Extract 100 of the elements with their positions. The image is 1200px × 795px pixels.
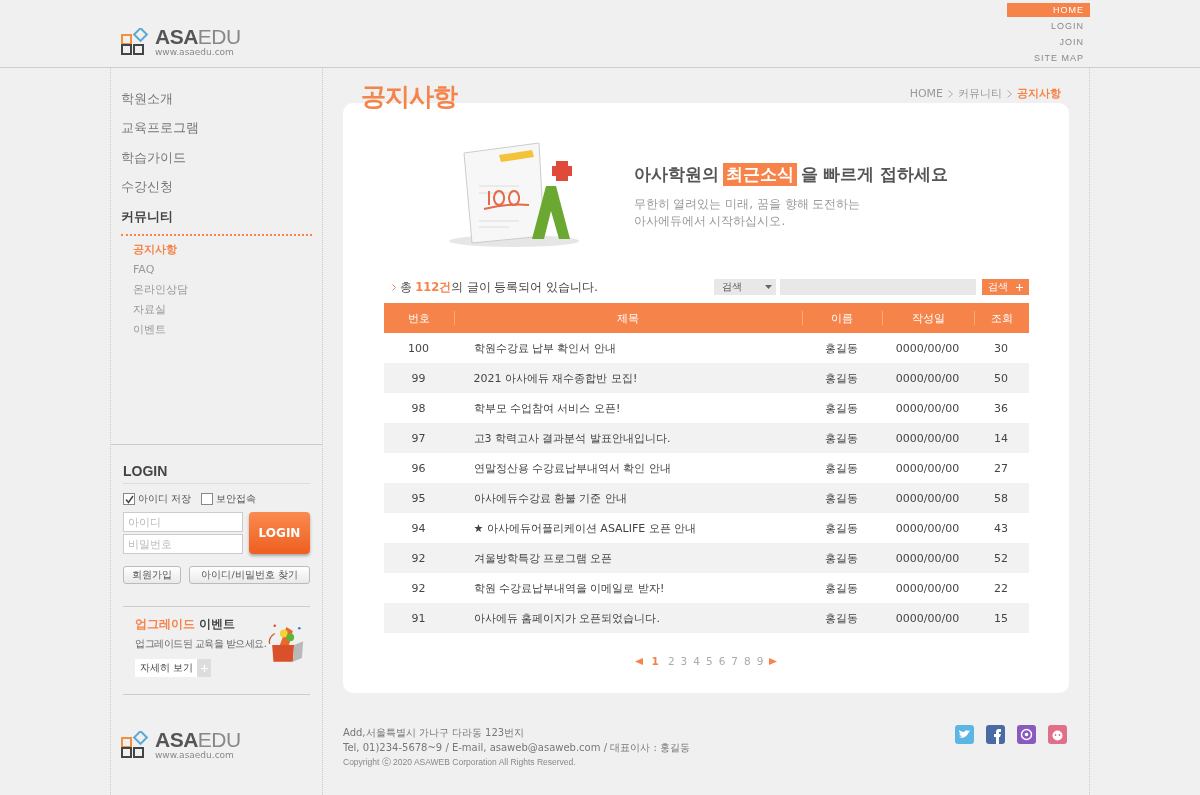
submenu-item[interactable]: FAQ xyxy=(121,259,155,280)
chevron-icon xyxy=(1007,89,1012,98)
table-row[interactable]: 95 아사에듀수강료 환불 기준 안내 홍길동 0000/00/00 58 xyxy=(383,483,1029,513)
checkbox[interactable] xyxy=(201,493,214,505)
column-header: 이름 xyxy=(801,311,882,325)
page-link[interactable]: 7 xyxy=(731,655,739,667)
column-header: 번호 xyxy=(406,311,431,325)
next-icon[interactable] xyxy=(769,657,778,665)
table-cell-text: 학원수강료 납부 확인서 안내 xyxy=(472,340,617,356)
page-link[interactable]: 8 xyxy=(744,655,751,667)
logo-icon xyxy=(121,730,151,759)
table-cell-text: 0000/00/00 xyxy=(894,491,961,505)
table-cell-text: 학원 수강료납부내역을 이메일로 받자! xyxy=(472,580,666,596)
previous-icon[interactable] xyxy=(634,657,643,665)
table-cell-text: 2021 아사에듀 재수종합반 모집! xyxy=(472,370,639,386)
table-row[interactable]: 91 아사에듀 홈페이지가 오픈되었습니다. 홍길동 0000/00/00 15 xyxy=(383,603,1029,633)
page-link[interactable]: 1 xyxy=(651,655,659,667)
menu-item[interactable]: 학원소개 xyxy=(121,84,173,114)
table-cell-text: 95 xyxy=(410,491,427,505)
hero-subtitle: 아사에듀에서 시작하십시오. xyxy=(633,212,787,230)
table-cell-text: 0000/00/00 xyxy=(894,611,961,625)
checkbox[interactable] xyxy=(123,493,135,505)
password-field[interactable]: 비밀번호 xyxy=(123,534,243,554)
menu-item[interactable]: 교육프로그램 xyxy=(121,113,199,143)
logo-wordmark[interactable]: ASAEDU xyxy=(155,26,241,47)
top-link[interactable]: JOIN xyxy=(1007,35,1090,49)
login-button[interactable]: LOGIN xyxy=(249,512,310,554)
table-cell-text: 92 xyxy=(410,581,427,595)
caret-icon xyxy=(764,285,772,289)
table-row[interactable]: 99 2021 아사에듀 재수종합반 모집! 홍길동 0000/00/00 50 xyxy=(383,363,1029,393)
page-link[interactable]: 4 xyxy=(693,655,700,667)
submenu-item[interactable]: 공지사항 xyxy=(121,239,177,260)
page-link[interactable]: 9 xyxy=(756,655,764,667)
table-cell-text: 99 xyxy=(410,371,427,385)
table-cell-text: 15 xyxy=(993,611,1009,625)
table-cell-text: 14 xyxy=(993,431,1009,445)
table-cell-text: 94 xyxy=(410,521,427,535)
checkbox-label: 아이디 저장 xyxy=(138,492,192,506)
table-cell-text: 0000/00/00 xyxy=(894,581,961,595)
submenu-item[interactable]: 이벤트 xyxy=(121,319,166,340)
facebook-icon[interactable] xyxy=(986,725,1005,744)
headline-highlight: 최근소식 xyxy=(722,162,797,186)
table-cell-text: 0000/00/00 xyxy=(894,371,961,385)
checkbox-label: 보안접속 xyxy=(216,492,257,506)
logo-wordmark[interactable]: ASAEDU xyxy=(155,729,241,750)
menu-item[interactable]: 커뮤니티 xyxy=(121,202,173,232)
submenu-item[interactable]: 자료실 xyxy=(121,299,166,320)
top-link[interactable]: LOGIN xyxy=(1007,19,1090,33)
table-cell-text: 97 xyxy=(410,431,427,445)
plus-icon xyxy=(200,664,208,672)
details-button[interactable]: 자세히 보기 xyxy=(135,659,212,677)
chevron-icon xyxy=(948,89,953,98)
breadcrumb-link[interactable]: 공지사항 xyxy=(1017,86,1061,101)
table-cell-text: 홍길동 xyxy=(824,370,859,386)
copyright: Copyright ⓒ 2020 ASAWEB Corporation All Rights Reserved. xyxy=(343,757,577,769)
table-cell-text: 아사에듀 홈페이지가 오픈되었습니다. xyxy=(472,610,661,626)
table-cell-text: 58 xyxy=(993,491,1009,505)
table-cell-text: 홍길동 xyxy=(824,550,859,566)
bird-icon[interactable] xyxy=(955,725,974,744)
page-link[interactable]: 5 xyxy=(705,655,713,667)
table-cell-text: 98 xyxy=(410,401,427,415)
table-cell-text: 43 xyxy=(993,521,1009,535)
breadcrumb-link[interactable]: 커뮤니티 xyxy=(958,86,1002,101)
search-select[interactable]: 검색 xyxy=(713,279,776,295)
table-row[interactable]: 92 겨울방학특강 프로그램 오픈 홍길동 0000/00/00 52 xyxy=(383,543,1029,573)
search-button[interactable]: 검색 xyxy=(981,279,1029,295)
column-header: 제목 xyxy=(453,311,802,325)
column-header: 작성일 xyxy=(881,311,974,325)
page-link[interactable]: 6 xyxy=(718,655,726,667)
table-cell-text: 0000/00/00 xyxy=(894,521,961,535)
footer-info: Add,서울특별시 가나구 다라동 123번지 xyxy=(343,726,526,740)
account-button[interactable]: 아이디/비밀번호 찾기 xyxy=(189,566,310,584)
column-header: 조회 xyxy=(973,311,1029,325)
logo-icon xyxy=(121,27,151,56)
logo-url: www.asaedu.com xyxy=(155,48,235,57)
id-field[interactable]: 아이디 xyxy=(123,512,243,532)
pin-icon[interactable] xyxy=(1017,725,1036,744)
table-cell-text: 52 xyxy=(993,551,1009,565)
table-cell-text: 홍길동 xyxy=(824,430,859,446)
headline-text: 아사학원의 xyxy=(633,162,719,186)
submenu-item[interactable]: 온라인상담 xyxy=(121,279,188,300)
table-cell-text: 홍길동 xyxy=(824,520,859,536)
table-cell-text: 30 xyxy=(993,341,1009,355)
page-link[interactable]: 2 xyxy=(667,655,675,667)
face-icon[interactable] xyxy=(1048,725,1067,744)
top-link[interactable]: HOME xyxy=(1007,3,1090,17)
account-button[interactable]: 회원가입 xyxy=(123,566,181,584)
page-link[interactable]: 3 xyxy=(680,655,688,667)
top-link[interactable]: SITE MAP xyxy=(1007,51,1090,65)
plus-icon xyxy=(1015,283,1023,291)
table-cell-text: 아사에듀수강료 환불 기준 안내 xyxy=(472,490,628,506)
table-cell-text: 92 xyxy=(410,551,427,565)
table-cell-text: 고3 학력고사 결과분석 발표안내입니다. xyxy=(472,430,672,446)
table-row[interactable]: 97 고3 학력고사 결과분석 발표안내입니다. 홍길동 0000/00/00 14 xyxy=(383,423,1029,453)
menu-item[interactable]: 수강신청 xyxy=(121,172,173,202)
table-cell-text: 홍길동 xyxy=(824,610,859,626)
menu-item[interactable]: 학습가이드 xyxy=(121,143,186,173)
footer-info: Tel, 01)234-5678~9 / E-mail, asaweb@asaweb.com / 대표이사 : 홍길동 xyxy=(343,741,690,755)
table-cell-text: 0000/00/00 xyxy=(894,461,961,475)
breadcrumb-link[interactable]: HOME xyxy=(909,87,943,100)
